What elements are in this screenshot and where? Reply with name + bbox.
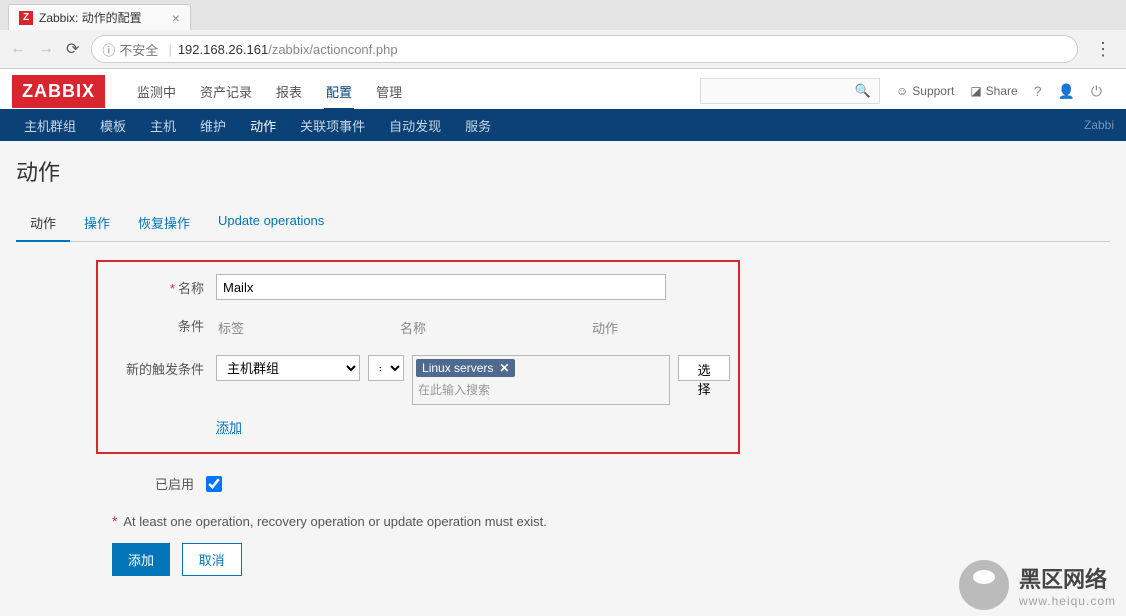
tag-remove-icon[interactable]: ✕ (499, 361, 509, 375)
add-condition-link[interactable]: 添加 (216, 420, 242, 435)
app-header: ZABBIX 监测中 资产记录 报表 配置 管理 🔍 ☺ Support ◪ S… (0, 69, 1126, 109)
back-icon[interactable]: ← (10, 40, 26, 58)
add-button[interactable]: 添加 (112, 543, 170, 576)
cond-col-tag: 标签 (218, 314, 398, 341)
forward-icon[interactable]: → (38, 40, 54, 58)
search-input[interactable]: 🔍 (700, 78, 880, 104)
close-icon[interactable]: × (172, 10, 180, 26)
menu-reports[interactable]: 报表 (264, 72, 314, 111)
menu-icon[interactable]: ⋮ (1090, 39, 1116, 60)
watermark-title: 黑区网络 (1019, 567, 1107, 592)
cond-col-name: 名称 (400, 314, 590, 341)
name-label: *名称 (106, 274, 216, 297)
zabbix-logo[interactable]: ZABBIX (12, 75, 105, 108)
conditions-table: 标签 名称 动作 (216, 312, 736, 343)
tab-recovery[interactable]: 恢复操作 (124, 205, 204, 241)
watermark-url: www.heiqu.com (1019, 594, 1116, 608)
subnav-hostgroups[interactable]: 主机群组 (12, 108, 88, 143)
condition-op-select[interactable]: = (368, 355, 404, 381)
tab-title: Zabbix: 动作的配置 (39, 9, 142, 26)
subnav-templates[interactable]: 模板 (88, 108, 138, 143)
top-menu: 监测中 资产记录 报表 配置 管理 (125, 72, 700, 111)
tag-chip: Linux servers ✕ (416, 359, 515, 377)
hostgroup-multiselect[interactable]: Linux servers ✕ 在此输入搜索 (412, 355, 670, 405)
form-below: 已启用 * At least one operation, recovery o… (96, 468, 1110, 576)
menu-inventory[interactable]: 资产记录 (188, 72, 264, 111)
subnav-discovery[interactable]: 自动发现 (377, 108, 453, 143)
zabbix-favicon: Z (19, 11, 33, 25)
subnav-maintenance[interactable]: 维护 (188, 108, 238, 143)
subnav-right-text: Zabbi (1084, 118, 1114, 132)
watermark: 黑区网络 www.heiqu.com (959, 560, 1116, 610)
subnav-hosts[interactable]: 主机 (138, 108, 188, 143)
config-tabs: 动作 操作 恢复操作 Update operations (16, 205, 1110, 242)
enabled-label: 已启用 (96, 474, 206, 493)
name-input[interactable] (216, 274, 666, 300)
menu-administration[interactable]: 管理 (364, 72, 414, 111)
enabled-checkbox[interactable] (206, 476, 222, 492)
header-right: 🔍 ☺ Support ◪ Share ? 👤 ⏻ (700, 78, 1114, 104)
page-content: 动作 动作 操作 恢复操作 Update operations *名称 条件 标… (0, 141, 1126, 616)
browser-tab[interactable]: Z Zabbix: 动作的配置 × (8, 4, 191, 30)
address-bar: ← → ⟳ 不安全 | 192.168.26.161/zabbix/action… (0, 30, 1126, 68)
page-title: 动作 (16, 155, 1110, 187)
cancel-button[interactable]: 取消 (182, 543, 242, 576)
tab-action[interactable]: 动作 (16, 205, 70, 242)
subnav-services[interactable]: 服务 (453, 108, 503, 143)
cond-col-action: 动作 (592, 314, 734, 341)
url-host: 192.168.26.161 (178, 42, 268, 57)
insecure-label: 不安全 (102, 40, 158, 59)
subnav-correlation[interactable]: 关联项事件 (288, 108, 377, 143)
tab-bar: Z Zabbix: 动作的配置 × (0, 0, 1126, 30)
share-link[interactable]: ◪ Share (970, 84, 1017, 98)
support-link[interactable]: ☺ Support (896, 84, 954, 98)
browser-chrome: Z Zabbix: 动作的配置 × ← → ⟳ 不安全 | 192.168.26… (0, 0, 1126, 69)
url-path: /zabbix/actionconf.php (268, 42, 397, 57)
tab-update-ops[interactable]: Update operations (204, 205, 338, 241)
subnav-actions[interactable]: 动作 (238, 108, 288, 143)
conditions-label: 条件 (106, 312, 216, 335)
select-button[interactable]: 选择 (678, 355, 730, 381)
sub-nav: 主机群组 模板 主机 维护 动作 关联项事件 自动发现 服务 Zabbi (0, 109, 1126, 141)
multiselect-placeholder: 在此输入搜索 (416, 377, 666, 400)
highlighted-form: *名称 条件 标签 名称 动作 新的触发条件 (96, 260, 740, 454)
newtrigger-label: 新的触发条件 (106, 355, 216, 378)
menu-configuration[interactable]: 配置 (314, 72, 364, 111)
power-icon[interactable]: ⏻ (1091, 83, 1102, 100)
user-icon[interactable]: 👤 (1057, 83, 1074, 100)
tab-operations[interactable]: 操作 (70, 205, 124, 241)
search-icon: 🔍 (855, 83, 871, 99)
watermark-icon (959, 560, 1009, 610)
menu-monitoring[interactable]: 监测中 (125, 72, 188, 111)
reload-icon[interactable]: ⟳ (66, 39, 79, 59)
condition-type-select[interactable]: 主机群组 (216, 355, 360, 381)
help-icon[interactable]: ? (1034, 83, 1042, 99)
url-box[interactable]: 不安全 | 192.168.26.161/zabbix/actionconf.p… (91, 35, 1078, 63)
